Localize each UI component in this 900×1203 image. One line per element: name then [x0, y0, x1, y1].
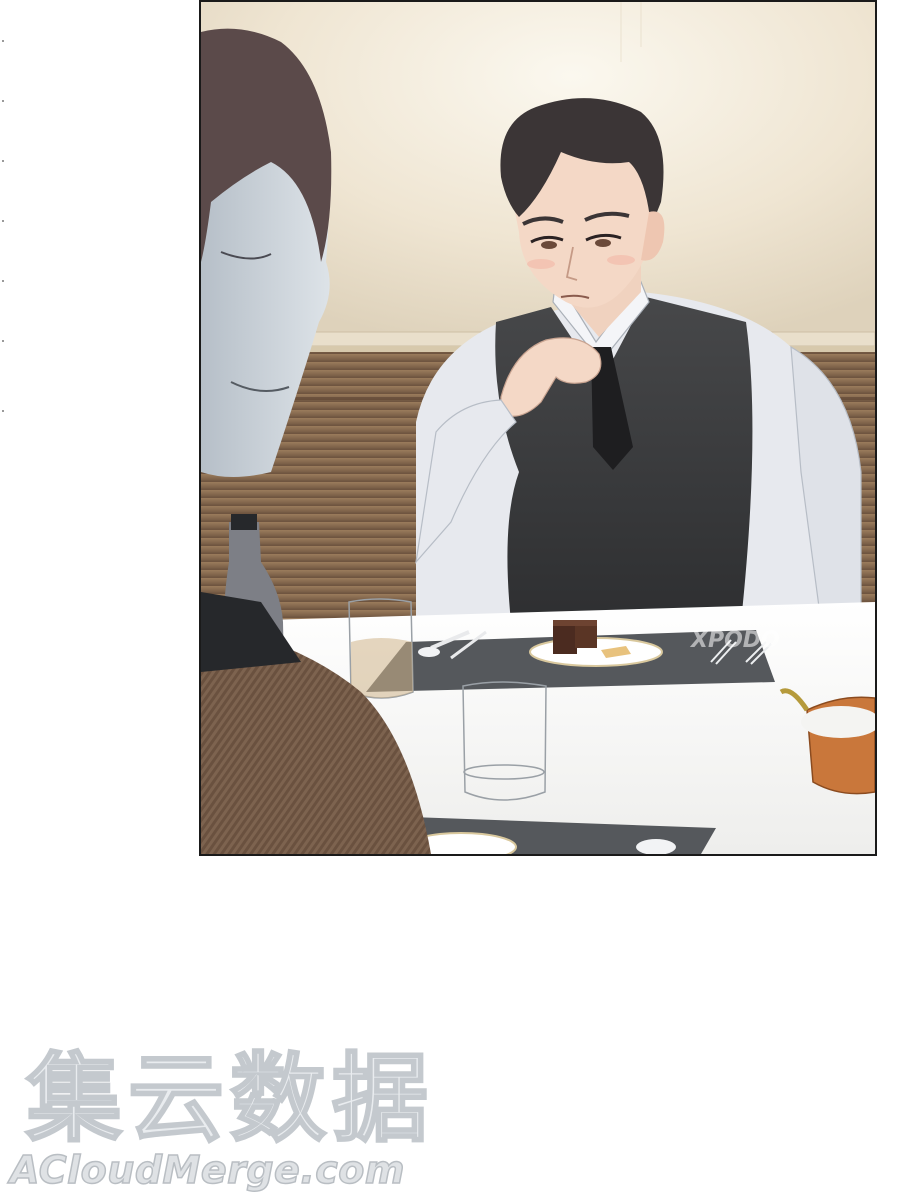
panel-watermark: XPODO [689, 628, 780, 653]
watermark-chinese-text: 集云数据 [25, 1043, 434, 1150]
dining-scene-illustration: XPODO [201, 2, 875, 854]
watermark-english: ACloudMerge.com [9, 1147, 405, 1193]
watermark-chinese: 集云数据 [24, 1042, 434, 1150]
comic-panel: XPODO [199, 0, 877, 856]
edge-marks [2, 40, 4, 412]
